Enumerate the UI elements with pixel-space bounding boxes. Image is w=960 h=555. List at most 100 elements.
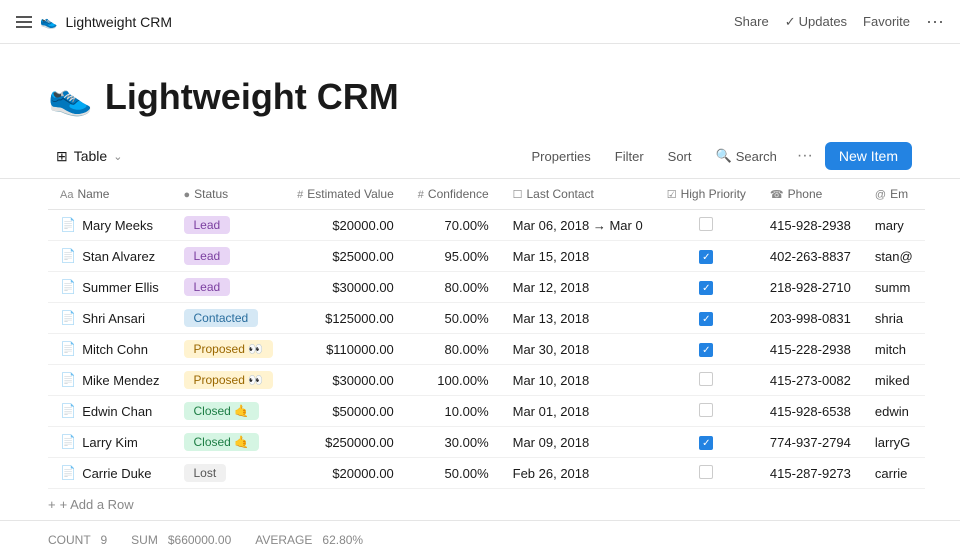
cell-name: 📄 Carrie Duke <box>48 458 172 489</box>
table-row[interactable]: 📄 Edwin Chan Closed 🤙 $50000.00 10.00% M… <box>48 396 925 427</box>
filter-button[interactable]: Filter <box>607 145 652 168</box>
properties-button[interactable]: Properties <box>524 145 599 168</box>
status-badge: Proposed 👀 <box>184 340 274 358</box>
cell-last-contact: Mar 12, 2018 <box>501 272 655 303</box>
cell-confidence: 50.00% <box>406 303 501 334</box>
cell-high-priority[interactable] <box>655 241 758 272</box>
table-footer: COUNT 9 SUM $660000.00 AVERAGE 62.80% <box>0 520 960 555</box>
hamburger-menu[interactable] <box>16 16 32 28</box>
table-row[interactable]: 📄 Shri Ansari Contacted $125000.00 50.00… <box>48 303 925 334</box>
cell-estimated-value: $50000.00 <box>285 396 406 427</box>
cell-confidence: 80.00% <box>406 272 501 303</box>
page-header: 👟 Lightweight CRM <box>0 44 960 134</box>
avg-stat: AVERAGE 62.80% <box>255 533 363 547</box>
priority-checkbox[interactable] <box>699 372 713 386</box>
cell-email: edwin <box>863 396 925 427</box>
table-row[interactable]: 📄 Mike Mendez Proposed 👀 $30000.00 100.0… <box>48 365 925 396</box>
name-value: Mitch Cohn <box>82 342 148 357</box>
doc-icon: 📄 <box>60 279 76 295</box>
table-row[interactable]: 📄 Stan Alvarez Lead $25000.00 95.00% Mar… <box>48 241 925 272</box>
nav-more-button[interactable]: ··· <box>926 11 944 32</box>
col-last-contact: ☐Last Contact <box>501 179 655 210</box>
cell-high-priority[interactable] <box>655 427 758 458</box>
cell-email: carrie <box>863 458 925 489</box>
doc-icon: 📄 <box>60 217 76 233</box>
table-row[interactable]: 📄 Summer Ellis Lead $30000.00 80.00% Mar… <box>48 272 925 303</box>
cell-high-priority[interactable] <box>655 365 758 396</box>
cell-name: 📄 Shri Ansari <box>48 303 172 334</box>
toolbar-right: Properties Filter Sort 🔍 Search ··· New … <box>524 142 912 170</box>
table-view-button[interactable]: ⊞ Table ⌄ <box>48 144 130 169</box>
cell-last-contact: Mar 06, 2018 → Mar 0 <box>501 210 655 241</box>
priority-checkbox[interactable] <box>699 436 713 450</box>
cell-phone: 415-228-2938 <box>758 334 863 365</box>
new-item-button[interactable]: New Item <box>825 142 912 170</box>
cell-high-priority[interactable] <box>655 272 758 303</box>
name-value: Mike Mendez <box>82 373 159 388</box>
name-value: Larry Kim <box>82 435 138 450</box>
name-value: Carrie Duke <box>82 466 151 481</box>
page-title-row: 👟 Lightweight CRM <box>48 76 912 118</box>
priority-checkbox[interactable] <box>699 312 713 326</box>
cell-last-contact: Mar 13, 2018 <box>501 303 655 334</box>
cell-name: 📄 Edwin Chan <box>48 396 172 427</box>
share-button[interactable]: Share <box>734 14 769 29</box>
name-value: Summer Ellis <box>82 280 159 295</box>
cell-email: mitch <box>863 334 925 365</box>
cell-name: 📄 Stan Alvarez <box>48 241 172 272</box>
cell-estimated-value: $30000.00 <box>285 272 406 303</box>
doc-icon: 📄 <box>60 310 76 326</box>
count-stat: COUNT 9 <box>48 533 107 547</box>
table-container: AaName ●Status #Estimated Value #Confide… <box>0 179 960 489</box>
col-status: ●Status <box>172 179 286 210</box>
brand-emoji: 👟 <box>40 13 57 30</box>
toolbar: ⊞ Table ⌄ Properties Filter Sort 🔍 Searc… <box>0 134 960 179</box>
cell-phone: 402-263-8837 <box>758 241 863 272</box>
cell-email: miked <box>863 365 925 396</box>
cell-confidence: 95.00% <box>406 241 501 272</box>
table-header-row: AaName ●Status #Estimated Value #Confide… <box>48 179 925 210</box>
cell-status: Contacted <box>172 303 286 334</box>
cell-last-contact: Mar 09, 2018 <box>501 427 655 458</box>
cell-high-priority[interactable] <box>655 334 758 365</box>
priority-checkbox[interactable] <box>699 465 713 479</box>
sum-stat: SUM $660000.00 <box>131 533 231 547</box>
cell-estimated-value: $25000.00 <box>285 241 406 272</box>
cell-high-priority[interactable] <box>655 458 758 489</box>
table-row[interactable]: 📄 Mitch Cohn Proposed 👀 $110000.00 80.00… <box>48 334 925 365</box>
cell-estimated-value: $125000.00 <box>285 303 406 334</box>
cell-high-priority[interactable] <box>655 210 758 241</box>
table-row[interactable]: 📄 Larry Kim Closed 🤙 $250000.00 30.00% M… <box>48 427 925 458</box>
priority-checkbox[interactable] <box>699 281 713 295</box>
search-button[interactable]: 🔍 Search <box>708 144 785 168</box>
top-nav: 👟 Lightweight CRM Share ✓ Updates Favori… <box>0 0 960 44</box>
sort-button[interactable]: Sort <box>660 145 700 168</box>
priority-checkbox[interactable] <box>699 217 713 231</box>
cell-estimated-value: $250000.00 <box>285 427 406 458</box>
cell-estimated-value: $30000.00 <box>285 365 406 396</box>
cell-name: 📄 Summer Ellis <box>48 272 172 303</box>
cell-high-priority[interactable] <box>655 303 758 334</box>
updates-button[interactable]: ✓ Updates <box>785 14 847 30</box>
status-badge: Lead <box>184 278 231 296</box>
table-row[interactable]: 📄 Carrie Duke Lost $20000.00 50.00% Feb … <box>48 458 925 489</box>
toolbar-left: ⊞ Table ⌄ <box>48 144 130 169</box>
cell-status: Proposed 👀 <box>172 334 286 365</box>
cell-phone: 415-928-2938 <box>758 210 863 241</box>
cell-name: 📄 Larry Kim <box>48 427 172 458</box>
cell-estimated-value: $20000.00 <box>285 210 406 241</box>
favorite-button[interactable]: Favorite <box>863 14 910 29</box>
cell-confidence: 80.00% <box>406 334 501 365</box>
priority-checkbox[interactable] <box>699 343 713 357</box>
nav-right: Share ✓ Updates Favorite ··· <box>734 11 944 32</box>
cell-phone: 774-937-2794 <box>758 427 863 458</box>
doc-icon: 📄 <box>60 465 76 481</box>
status-badge: Lost <box>184 464 227 482</box>
cell-high-priority[interactable] <box>655 396 758 427</box>
add-row-button[interactable]: + + Add a Row <box>0 489 960 520</box>
priority-checkbox[interactable] <box>699 250 713 264</box>
table-row[interactable]: 📄 Mary Meeks Lead $20000.00 70.00% Mar 0… <box>48 210 925 241</box>
toolbar-more-button[interactable]: ··· <box>793 143 817 169</box>
priority-checkbox[interactable] <box>699 403 713 417</box>
page-title: Lightweight CRM <box>105 76 399 118</box>
